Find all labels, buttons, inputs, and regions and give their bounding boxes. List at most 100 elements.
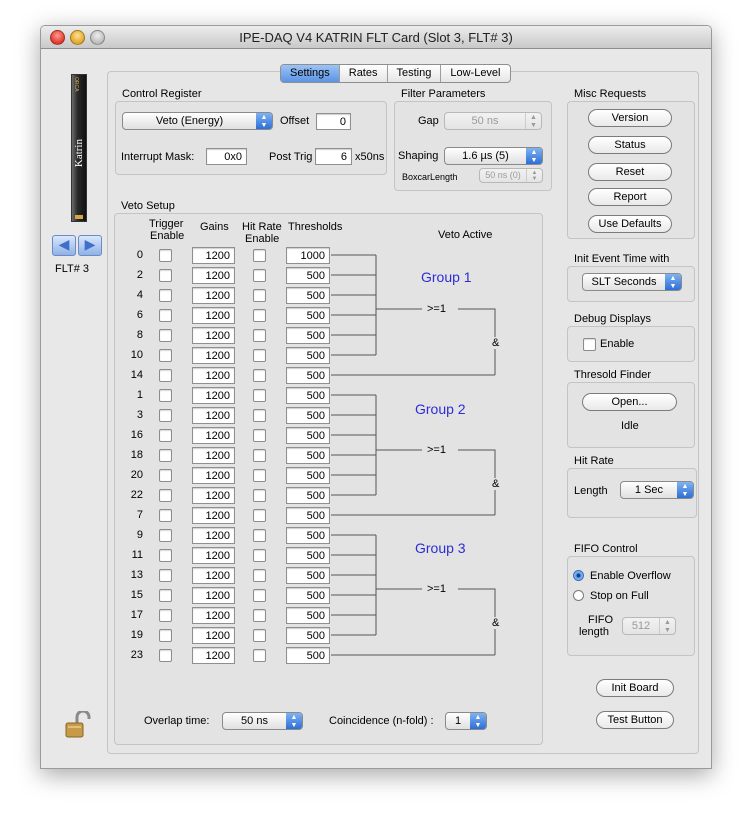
test-button[interactable]: Test Button [596, 711, 674, 729]
threshold-field[interactable]: 500 [286, 607, 330, 624]
coincidence-select[interactable]: 1 ▲ ▼ [445, 712, 487, 730]
reset-button[interactable]: Reset [588, 163, 672, 181]
hit-rate-enable-checkbox[interactable] [253, 429, 266, 442]
gain-field[interactable]: 1200 [192, 427, 235, 444]
gain-field[interactable]: 1200 [192, 467, 235, 484]
hit-rate-enable-checkbox[interactable] [253, 409, 266, 422]
gain-field[interactable]: 1200 [192, 247, 235, 264]
gain-field[interactable]: 1200 [192, 407, 235, 424]
hit-rate-enable-checkbox[interactable] [253, 609, 266, 622]
trigger-enable-checkbox[interactable] [159, 569, 172, 582]
threshold-field[interactable]: 500 [286, 407, 330, 424]
hit-rate-enable-checkbox[interactable] [253, 469, 266, 482]
use-defaults-button[interactable]: Use Defaults [588, 215, 672, 233]
threshold-field[interactable]: 500 [286, 487, 330, 504]
trigger-enable-checkbox[interactable] [159, 329, 172, 342]
threshold-field[interactable]: 500 [286, 447, 330, 464]
threshold-field[interactable]: 500 [286, 367, 330, 384]
threshold-open-button[interactable]: Open... [582, 393, 677, 411]
gain-field[interactable]: 1200 [192, 267, 235, 284]
threshold-field[interactable]: 500 [286, 287, 330, 304]
hit-rate-enable-checkbox[interactable] [253, 529, 266, 542]
stop-on-full-radio[interactable] [573, 590, 584, 601]
trigger-enable-checkbox[interactable] [159, 429, 172, 442]
report-button[interactable]: Report [588, 188, 672, 206]
trigger-enable-checkbox[interactable] [159, 649, 172, 662]
hit-rate-enable-checkbox[interactable] [253, 249, 266, 262]
trigger-enable-checkbox[interactable] [159, 609, 172, 622]
hit-rate-enable-checkbox[interactable] [253, 389, 266, 402]
hit-rate-enable-checkbox[interactable] [253, 309, 266, 322]
hit-rate-enable-checkbox[interactable] [253, 449, 266, 462]
gain-field[interactable]: 1200 [192, 567, 235, 584]
trigger-enable-checkbox[interactable] [159, 449, 172, 462]
trigger-enable-checkbox[interactable] [159, 549, 172, 562]
trigger-enable-checkbox[interactable] [159, 509, 172, 522]
hit-rate-enable-checkbox[interactable] [253, 489, 266, 502]
hit-rate-enable-checkbox[interactable] [253, 289, 266, 302]
trigger-enable-checkbox[interactable] [159, 269, 172, 282]
trigger-enable-checkbox[interactable] [159, 289, 172, 302]
init-board-button[interactable]: Init Board [596, 679, 674, 697]
gain-field[interactable]: 1200 [192, 587, 235, 604]
trigger-enable-checkbox[interactable] [159, 589, 172, 602]
trigger-enable-checkbox[interactable] [159, 249, 172, 262]
hit-rate-enable-checkbox[interactable] [253, 349, 266, 362]
threshold-field[interactable]: 500 [286, 627, 330, 644]
trigger-enable-checkbox[interactable] [159, 309, 172, 322]
hit-rate-enable-checkbox[interactable] [253, 549, 266, 562]
threshold-field[interactable]: 1000 [286, 247, 330, 264]
hit-rate-enable-checkbox[interactable] [253, 629, 266, 642]
threshold-field[interactable]: 500 [286, 467, 330, 484]
gain-field[interactable]: 1200 [192, 387, 235, 404]
threshold-field[interactable]: 500 [286, 507, 330, 524]
threshold-field[interactable]: 500 [286, 427, 330, 444]
debug-enable-checkbox[interactable] [583, 338, 596, 351]
threshold-field[interactable]: 500 [286, 527, 330, 544]
trigger-enable-checkbox[interactable] [159, 369, 172, 382]
gain-field[interactable]: 1200 [192, 447, 235, 464]
status-button[interactable]: Status [588, 136, 672, 154]
version-button[interactable]: Version [588, 109, 672, 127]
gain-field[interactable]: 1200 [192, 287, 235, 304]
gain-field[interactable]: 1200 [192, 547, 235, 564]
trigger-enable-checkbox[interactable] [159, 389, 172, 402]
trigger-enable-checkbox[interactable] [159, 409, 172, 422]
trigger-enable-checkbox[interactable] [159, 469, 172, 482]
hit-rate-enable-checkbox[interactable] [253, 269, 266, 282]
threshold-field[interactable]: 500 [286, 567, 330, 584]
threshold-field[interactable]: 500 [286, 307, 330, 324]
hit-rate-enable-checkbox[interactable] [253, 509, 266, 522]
trigger-enable-checkbox[interactable] [159, 629, 172, 642]
hit-rate-enable-checkbox[interactable] [253, 589, 266, 602]
gain-field[interactable]: 1200 [192, 607, 235, 624]
gain-field[interactable]: 1200 [192, 327, 235, 344]
gain-field[interactable]: 1200 [192, 347, 235, 364]
gain-field[interactable]: 1200 [192, 367, 235, 384]
gain-field[interactable]: 1200 [192, 487, 235, 504]
threshold-field[interactable]: 500 [286, 347, 330, 364]
trigger-enable-checkbox[interactable] [159, 349, 172, 362]
hit-rate-length-select[interactable]: 1 Sec ▲ ▼ [620, 481, 694, 499]
overlap-time-select[interactable]: 50 ns ▲ ▼ [222, 712, 303, 730]
init-event-select[interactable]: SLT Seconds ▲ ▼ [582, 273, 682, 291]
threshold-field[interactable]: 500 [286, 267, 330, 284]
hit-rate-enable-checkbox[interactable] [253, 569, 266, 582]
threshold-field[interactable]: 500 [286, 327, 330, 344]
trigger-enable-checkbox[interactable] [159, 529, 172, 542]
hit-rate-enable-checkbox[interactable] [253, 649, 266, 662]
threshold-field[interactable]: 500 [286, 387, 330, 404]
hit-rate-enable-checkbox[interactable] [253, 369, 266, 382]
threshold-field[interactable]: 500 [286, 547, 330, 564]
threshold-field[interactable]: 500 [286, 587, 330, 604]
threshold-field[interactable]: 500 [286, 647, 330, 664]
enable-overflow-radio[interactable] [573, 570, 584, 581]
fifo-length-select[interactable]: 512 ▲ ▼ [622, 617, 676, 635]
gain-field[interactable]: 1200 [192, 527, 235, 544]
gain-field[interactable]: 1200 [192, 507, 235, 524]
gain-field[interactable]: 1200 [192, 647, 235, 664]
hit-rate-enable-checkbox[interactable] [253, 329, 266, 342]
trigger-enable-checkbox[interactable] [159, 489, 172, 502]
gain-field[interactable]: 1200 [192, 307, 235, 324]
gain-field[interactable]: 1200 [192, 627, 235, 644]
